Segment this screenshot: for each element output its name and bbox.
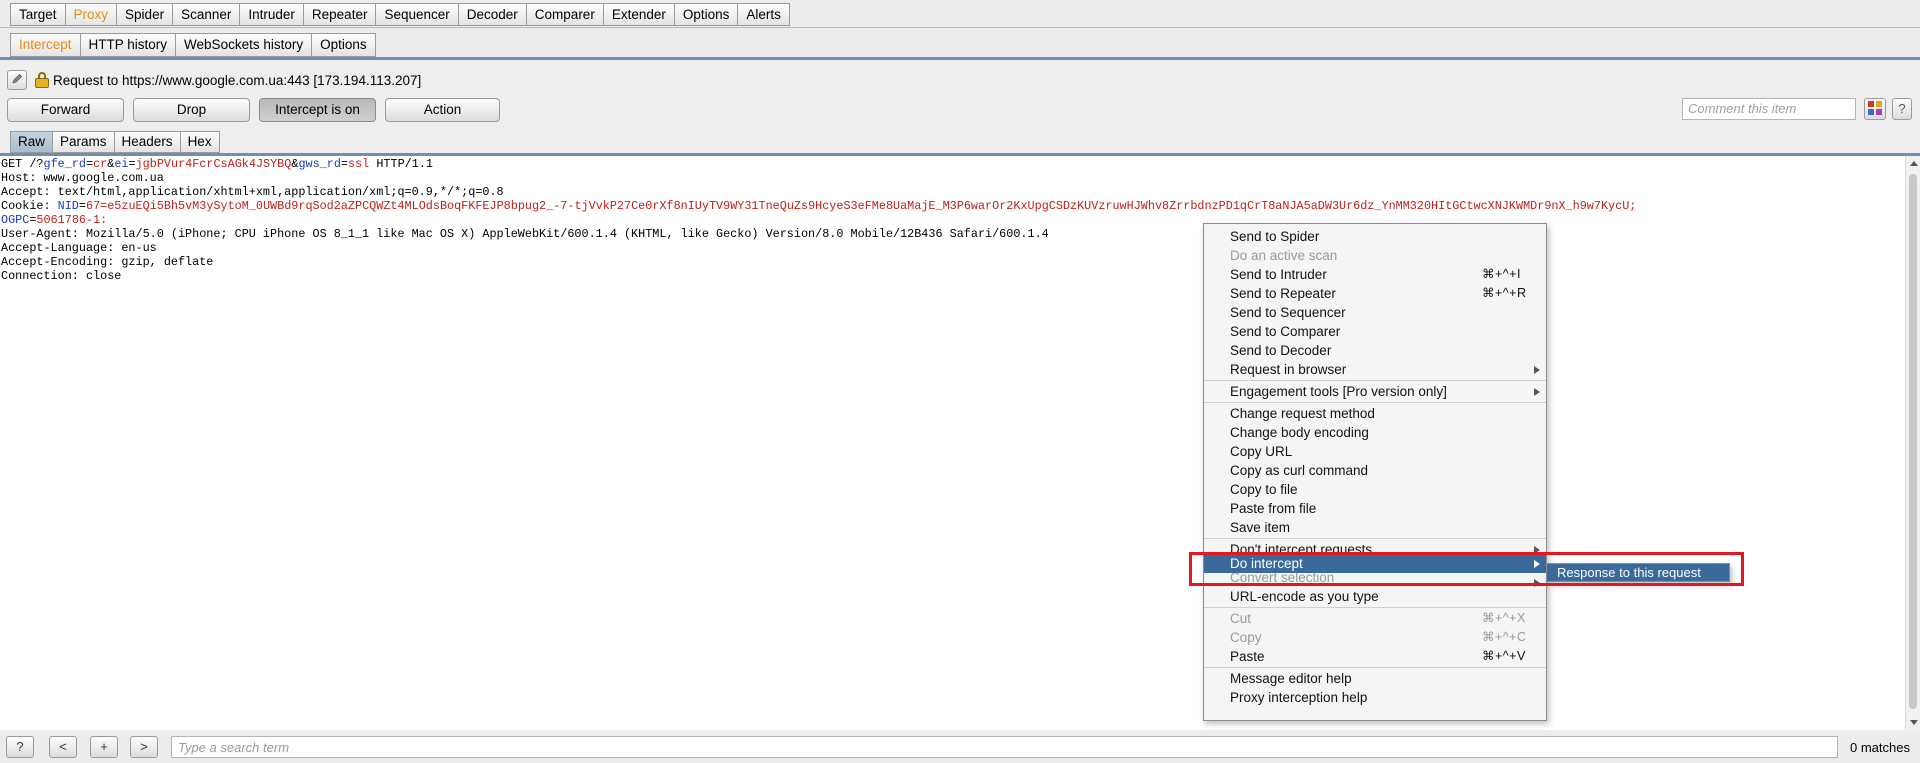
scroll-up-arrow-icon[interactable] [1910,161,1918,166]
menu-paste-from-file[interactable]: Paste from file [1204,499,1546,518]
menu-send-to-comparer[interactable]: Send to Comparer [1204,322,1546,341]
submenu-arrow-icon [1534,366,1540,374]
cookie-header: Cookie: NID=67=e5zuEQi5Bh5vM3ySytoM_0UWB… [1,199,1637,213]
host-header: Host: www.google.com.ua [1,171,164,185]
menu-save-item[interactable]: Save item [1204,518,1546,537]
tab-decoder[interactable]: Decoder [457,3,526,26]
next-match-button[interactable]: > [130,736,158,758]
menu-change-request-method[interactable]: Change request method [1204,404,1546,423]
submenu-arrow-icon [1534,388,1540,396]
menu-active-scan: Do an active scan [1230,248,1338,263]
intercept-toolbar: Forward Drop Intercept is on Action [7,98,500,122]
shortcut-label: ⌘+^+I [1482,267,1521,281]
main-tab-bar: Target Proxy Spider Scanner Intruder Rep… [0,0,1920,28]
intercept-toggle-button[interactable]: Intercept is on [259,98,376,122]
connection-header: Connection: close [1,269,122,283]
accept-language-header: Accept-Language: en-us [1,241,157,255]
menu-send-to-intruder[interactable]: Send to Intruder ⌘+^+I [1204,265,1546,284]
menu-send-to-decoder[interactable]: Send to Decoder [1204,341,1546,360]
menu-separator [1204,538,1546,539]
tab-headers[interactable]: Headers [113,131,180,153]
tab-params[interactable]: Params [52,131,114,153]
pencil-icon [11,73,23,88]
tab-comparer[interactable]: Comparer [525,3,603,26]
menu-request-in-browser[interactable]: Request in browser [1204,360,1546,379]
menu-url-encode[interactable]: URL-encode as you type [1204,587,1546,606]
tab-target[interactable]: Target [10,3,65,26]
tab-intercept[interactable]: Intercept [10,33,80,57]
tab-hex[interactable]: Hex [179,131,220,153]
forward-button[interactable]: Forward [7,98,124,122]
tab-spider[interactable]: Spider [116,3,173,26]
tab-http-history[interactable]: HTTP history [79,33,176,57]
edit-request-button[interactable] [7,70,27,90]
annotation-highlight-box [1189,552,1744,586]
tab-proxy[interactable]: Proxy [64,3,117,26]
drop-button[interactable]: Drop [133,98,250,122]
shortcut-label: ⌘+^+X [1482,611,1526,625]
action-button[interactable]: Action [385,98,500,122]
menu-proxy-interception-help[interactable]: Proxy interception help [1204,688,1546,707]
cookie-header-cont: OGPC=5061786-1: [1,213,108,227]
tab-repeater[interactable]: Repeater [302,3,376,26]
help-button[interactable]: ? [1892,98,1912,120]
menu-separator [1204,380,1546,381]
menu-copy-to-file[interactable]: Copy to file [1204,480,1546,499]
menu-engagement-tools[interactable]: Engagement tools [Pro version only] [1204,382,1546,401]
user-agent-header: User-Agent: Mozilla/5.0 (iPhone; CPU iPh… [1,227,1049,241]
color-grid-icon [1868,100,1882,118]
shortcut-label: ⌘+^+R [1482,286,1527,300]
search-bar: ? < + > Type a search term 0 matches [0,733,1920,763]
editor-scrollbar[interactable] [1905,156,1920,730]
message-view-tabs: Raw Params Headers Hex [10,131,220,153]
menu-copy: Copy ⌘+^+C [1230,630,1527,645]
context-menu: Send to Spider Do an active scan Send to… [1203,223,1547,721]
menu-copy-url[interactable]: Copy URL [1204,442,1546,461]
tab-alerts[interactable]: Alerts [737,3,790,26]
accept-header: Accept: text/html,application/xhtml+xml,… [1,185,504,199]
lock-icon [35,72,49,88]
scroll-down-arrow-icon[interactable] [1910,720,1918,725]
menu-send-to-sequencer[interactable]: Send to Sequencer [1204,303,1546,322]
tab-intruder[interactable]: Intruder [239,3,303,26]
tab-extender[interactable]: Extender [602,3,674,26]
search-input[interactable]: Type a search term [171,736,1838,758]
request-line: GET /?gfe_rd=cr&ei=jgbPVur4FcrCsAGk4JSYB… [1,157,433,171]
search-help-button[interactable]: ? [6,736,34,758]
menu-message-editor-help[interactable]: Message editor help [1204,669,1546,688]
menu-send-to-repeater[interactable]: Send to Repeater ⌘+^+R [1204,284,1546,303]
tab-websockets-history[interactable]: WebSockets history [175,33,312,57]
proxy-tab-bar: Intercept HTTP history WebSockets histor… [0,28,1920,60]
menu-paste[interactable]: Paste ⌘+^+V [1204,647,1546,666]
scroll-thumb[interactable] [1909,174,1917,709]
menu-separator [1204,607,1546,608]
menu-copy-as-curl[interactable]: Copy as curl command [1204,461,1546,480]
tab-sequencer[interactable]: Sequencer [375,3,458,26]
menu-separator [1204,667,1546,668]
request-info: Request to https://www.google.com.ua:443… [7,69,421,91]
menu-change-body-encoding[interactable]: Change body encoding [1204,423,1546,442]
search-options-button[interactable]: + [90,736,118,758]
highlight-color-button[interactable] [1864,98,1886,120]
menu-separator [1204,402,1546,403]
match-count: 0 matches [1850,740,1910,755]
menu-send-to-spider[interactable]: Send to Spider [1204,227,1546,246]
tab-options[interactable]: Options [673,3,738,26]
previous-match-button[interactable]: < [49,736,77,758]
accept-encoding-header: Accept-Encoding: gzip, deflate [1,255,214,269]
shortcut-label: ⌘+^+C [1482,630,1527,644]
shortcut-label: ⌘+^+V [1482,649,1526,663]
tab-proxy-options[interactable]: Options [311,33,376,57]
tab-scanner[interactable]: Scanner [172,3,240,26]
request-editor[interactable]: GET /?gfe_rd=cr&ei=jgbPVur4FcrCsAGk4JSYB… [0,156,1905,730]
menu-cut: Cut ⌘+^+X [1230,611,1526,626]
comment-input[interactable]: Comment this item [1682,98,1856,120]
request-target-text: Request to https://www.google.com.ua:443… [53,72,422,88]
tab-raw[interactable]: Raw [10,131,53,153]
